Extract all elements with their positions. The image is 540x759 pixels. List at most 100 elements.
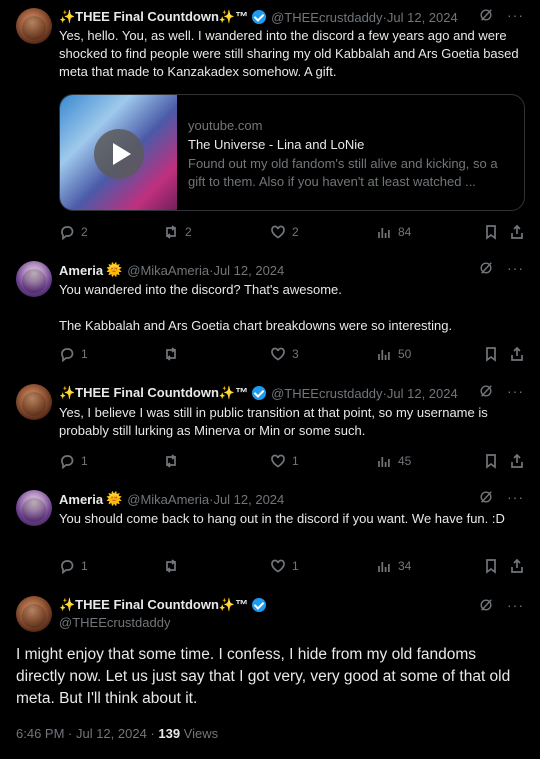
views-count: 84 (398, 225, 412, 239)
bookmark-button[interactable] (483, 451, 499, 471)
views-icon (378, 457, 390, 467)
grok-icon[interactable] (479, 384, 493, 398)
tweet[interactable]: Ameria 🌞 @MikaAmeria · Jul 12, 2024 ··· … (0, 255, 540, 371)
bookmark-button[interactable] (483, 556, 499, 576)
views-count: 34 (398, 559, 412, 573)
timestamp[interactable]: Jul 12, 2024 (213, 263, 284, 278)
tweet-paragraph: Yes, I believe I was still in public tra… (59, 405, 488, 438)
display-name[interactable]: Ameria (59, 263, 103, 278)
bookmark-button[interactable] (483, 344, 499, 364)
card-domain: youtube.com (188, 118, 263, 133)
repost-count: 2 (185, 225, 192, 239)
grok-icon[interactable] (479, 598, 493, 612)
share-icon (511, 453, 523, 468)
display-name[interactable]: ✨THEE Final Countdown✨™ (59, 9, 248, 25)
share-button[interactable] (509, 556, 525, 576)
reply-count: 1 (81, 559, 88, 573)
action-bar: 1 1 34 (59, 556, 525, 576)
more-icon[interactable]: ··· (507, 490, 524, 504)
focused-timestamp[interactable]: 6:46 PM · Jul 12, 2024 · (16, 726, 158, 741)
verified-badge-icon (252, 10, 267, 24)
reply-button[interactable]: 1 (59, 451, 88, 471)
focused-tweet-meta: 6:46 PM · Jul 12, 2024 · 139 Views (16, 726, 218, 741)
tweet-text: Yes, hello. You, as well. I wandered int… (59, 27, 524, 81)
focused-name-line: ✨THEE Final Countdown✨™ (59, 597, 271, 613)
more-icon[interactable]: ··· (507, 598, 524, 612)
timestamp[interactable]: Jul 12, 2024 (213, 492, 284, 507)
reply-button[interactable]: 2 (59, 222, 88, 242)
views-button[interactable]: 50 (376, 344, 411, 364)
avatar[interactable] (16, 596, 52, 632)
bookmark-icon (486, 454, 496, 469)
handle[interactable]: @MikaAmeria (127, 263, 209, 278)
views-button[interactable]: 84 (376, 222, 411, 242)
share-button[interactable] (509, 451, 525, 471)
tweet-header: ✨THEE Final Countdown✨™ @THEEcrustdaddy … (59, 8, 524, 26)
more-icon[interactable]: ··· (507, 384, 524, 398)
like-button[interactable]: 3 (270, 344, 299, 364)
bookmark-icon (486, 225, 496, 240)
reply-button[interactable]: 1 (59, 344, 88, 364)
avatar[interactable] (16, 8, 52, 44)
tweet[interactable]: Ameria 🌞 @MikaAmeria · Jul 12, 2024 ··· … (0, 484, 540, 589)
display-name[interactable]: ✨THEE Final Countdown✨™ (59, 385, 248, 401)
tweet-text: Yes, I believe I was still in public tra… (59, 404, 524, 440)
views-button[interactable]: 34 (376, 556, 411, 576)
tweet[interactable]: ✨THEE Final Countdown✨™ @THEEcrustdaddy … (0, 378, 540, 482)
timestamp[interactable]: Jul 12, 2024 (387, 386, 458, 401)
handle[interactable]: @THEEcrustdaddy (271, 386, 382, 401)
like-count: 2 (292, 225, 299, 239)
reply-button[interactable]: 1 (59, 556, 88, 576)
repost-button[interactable] (163, 344, 185, 364)
repost-button[interactable]: 2 (163, 222, 192, 242)
repost-icon (166, 559, 176, 573)
avatar[interactable] (16, 490, 52, 526)
views-button[interactable]: 45 (376, 451, 411, 471)
play-icon[interactable] (94, 129, 144, 179)
bookmark-icon (486, 347, 496, 362)
verified-badge-icon (252, 386, 267, 400)
display-name[interactable]: Ameria (59, 492, 103, 507)
bookmark-button[interactable] (483, 222, 499, 242)
handle[interactable]: @THEEcrustdaddy (271, 10, 382, 25)
reply-count: 1 (81, 347, 88, 361)
grok-icon[interactable] (479, 8, 493, 22)
link-card[interactable]: youtube.com The Universe - Lina and LoNi… (59, 94, 525, 211)
more-icon[interactable]: ··· (507, 261, 524, 275)
avatar[interactable] (16, 384, 52, 420)
tweet-paragraph: You should come back to hang out in the … (59, 511, 505, 526)
repost-button[interactable] (163, 556, 185, 576)
views-icon (378, 562, 390, 572)
display-name[interactable]: ✨THEE Final Countdown✨™ (59, 597, 248, 613)
more-icon[interactable]: ··· (507, 8, 524, 22)
avatar[interactable] (16, 261, 52, 297)
tweet[interactable]: ✨THEE Final Countdown✨™ @THEEcrustdaddy … (0, 0, 540, 255)
repost-button[interactable] (163, 451, 185, 471)
views-icon (378, 228, 390, 238)
focused-tweet: ✨THEE Final Countdown✨™ @THEEcrustdaddy … (0, 590, 540, 759)
reply-icon (61, 560, 74, 574)
tweet-header: Ameria 🌞 @MikaAmeria · Jul 12, 2024 ··· (59, 261, 524, 279)
like-button[interactable]: 1 (270, 451, 299, 471)
heart-icon (271, 225, 285, 239)
share-button[interactable] (509, 222, 525, 242)
grok-icon[interactable] (479, 261, 493, 275)
repost-icon (166, 454, 176, 468)
action-bar: 2 2 2 84 (59, 222, 525, 242)
handle[interactable]: @MikaAmeria (127, 492, 209, 507)
views-count: 50 (398, 347, 412, 361)
like-button[interactable]: 2 (270, 222, 299, 242)
timestamp[interactable]: Jul 12, 2024 (387, 10, 458, 25)
reply-icon (61, 226, 74, 240)
action-bar: 1 3 50 (59, 344, 525, 364)
share-button[interactable] (509, 344, 525, 364)
reply-icon (61, 455, 74, 469)
grok-icon[interactable] (479, 490, 493, 504)
tweet-paragraph: The Kabbalah and Ars Goetia chart breakd… (59, 318, 453, 333)
tweet-text: You wandered into the discord? That's aw… (59, 281, 524, 335)
video-thumbnail[interactable] (60, 95, 177, 210)
handle[interactable]: @THEEcrustdaddy (59, 615, 170, 630)
like-button[interactable]: 1 (270, 556, 299, 576)
share-icon (511, 558, 523, 573)
focused-tweet-text: I might enjoy that some time. I confess,… (16, 646, 511, 707)
